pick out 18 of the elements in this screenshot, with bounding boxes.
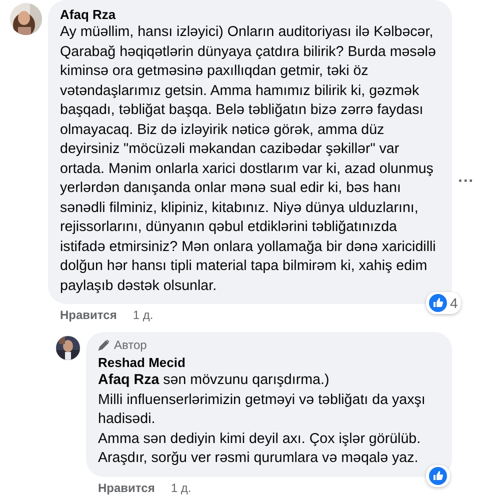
- more-options[interactable]: ···: [458, 173, 474, 191]
- like-icon: [429, 294, 447, 312]
- reaction-badge[interactable]: [426, 464, 450, 486]
- timestamp: 1 д.: [170, 480, 192, 494]
- comment-text: Afaq Rza sən mövzunu qarışdırma.): [98, 371, 330, 390]
- author-name[interactable]: Afaq Rza: [60, 6, 440, 23]
- comment-text: Araşdır, sorğu ver rəsmi qurumlara və məqalə yaz.: [98, 449, 420, 468]
- author-name[interactable]: Reshad Mecid: [98, 354, 440, 371]
- like-icon: [429, 466, 447, 484]
- like-link[interactable]: Нравится: [98, 480, 155, 494]
- comment-text: Milli influenserlərimizin getməyi və təbliğatı da yaxşı hadisədi.: [98, 390, 426, 429]
- pen-icon: [98, 339, 110, 351]
- like-link[interactable]: Нравится: [60, 308, 117, 322]
- author-label: Автор: [114, 338, 147, 352]
- reaction-badge[interactable]: 4: [426, 292, 461, 314]
- timestamp: 1 д.: [132, 308, 154, 322]
- reaction-count: 4: [450, 295, 458, 311]
- comment-text: Amma sən dediyin kimi deyil axı. Çox işlər görülüb.: [98, 430, 422, 448]
